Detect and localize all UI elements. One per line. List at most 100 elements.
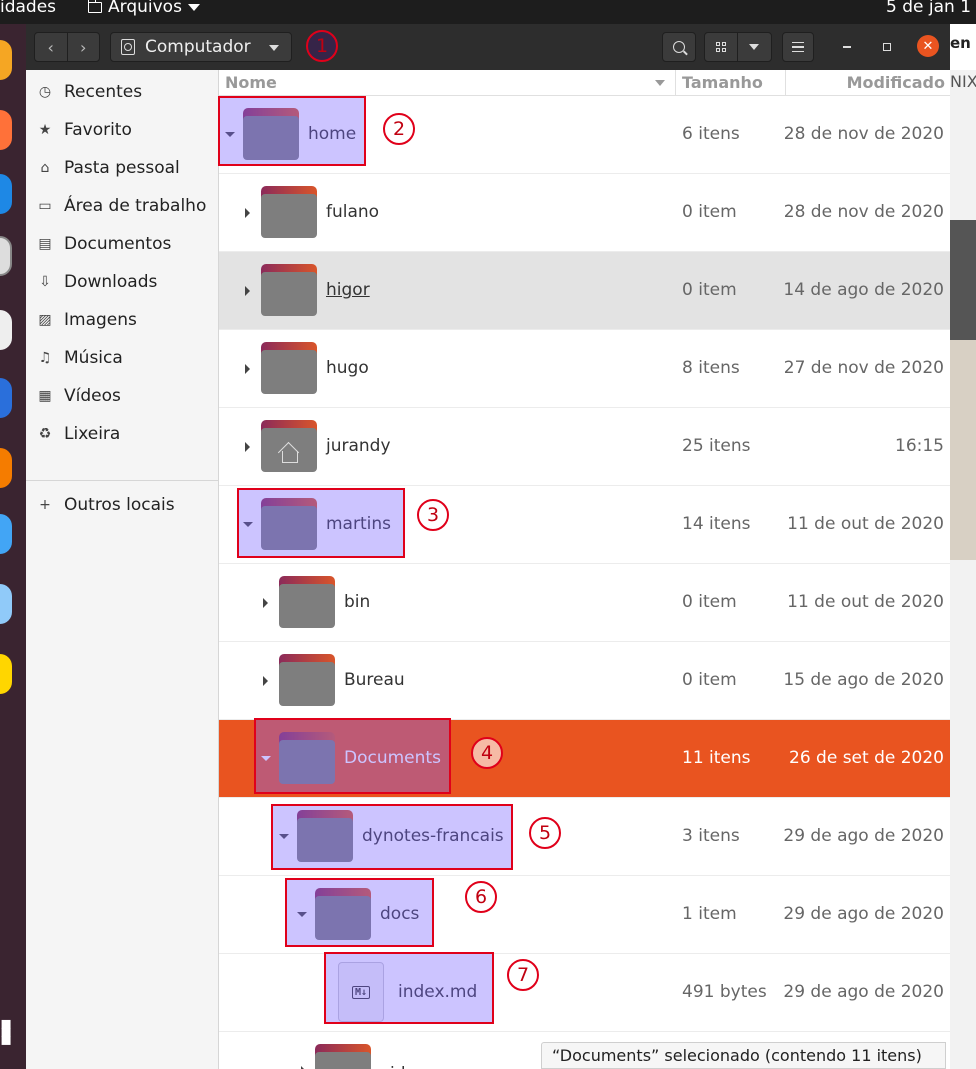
sidebar-item-label: Documentos [64,234,172,254]
table-row[interactable]: home 6 itens 28 de nov de 2020 [219,96,950,174]
file-name: docs [380,904,420,924]
folder-icon [261,186,317,240]
app-launcher-icon-2[interactable] [0,514,12,554]
sidebar-item-label: Imagens [64,310,137,330]
sidebar-item-favorito[interactable]: ★ Favorito [26,111,218,149]
file-size: 8 itens [682,358,740,378]
sidebar-item-documentos[interactable]: ▤ Documentos [26,225,218,263]
file-modified: 29 de ago de 2020 [783,904,944,924]
table-row[interactable]: higor 0 item 14 de ago de 2020 [219,252,950,330]
expander-icon[interactable] [263,676,268,686]
close-icon: ✕ [922,38,934,54]
software-launcher-icon[interactable] [0,448,12,488]
sidebar-item-label: Pasta pessoal [64,158,180,178]
column-modified[interactable]: Modificado [847,73,945,92]
file-name: fulano [326,202,380,222]
expander-icon[interactable] [263,598,268,608]
sidebar-item-videos[interactable]: ▦ Vídeos [26,377,218,415]
file-modified: 15 de ago de 2020 [783,670,944,690]
file-name: hugo [326,358,369,378]
sidebar-item-downloads[interactable]: ⇩ Downloads [26,263,218,301]
back-button[interactable]: ‹ [35,38,67,57]
sidebar-item-imagens[interactable]: ▨ Imagens [26,301,218,339]
grid-view-button[interactable] [705,42,737,52]
column-size[interactable]: Tamanho [682,73,763,92]
table-row[interactable]: M↓ index.md 491 bytes 29 de ago de 2020 [219,954,950,1032]
image-icon: ▨ [38,312,52,328]
location-button[interactable]: Computador [110,32,292,62]
expander-icon[interactable] [225,132,235,137]
sidebar-item-area-de-trabalho[interactable]: ▭ Área de trabalho [26,187,218,225]
activities-button[interactable]: idades [0,0,56,17]
top-panel: idades Arquivos 5 de jan 1 [0,0,976,24]
search-icon [673,41,685,53]
background-window: en NIX [950,24,976,1069]
firefox-launcher-icon[interactable] [0,40,12,80]
clock[interactable]: 5 de jan 1 [886,0,976,17]
expander-icon[interactable] [243,522,253,527]
file-name: dynotes-francais [362,826,504,846]
column-name[interactable]: Nome [225,73,277,92]
sidebar-item-recentes[interactable]: ◷ Recentes [26,73,218,111]
table-row[interactable]: martins 14 itens 11 de out de 2020 [219,486,950,564]
forward-button[interactable]: › [68,38,100,57]
table-row[interactable]: docs 1 item 29 de ago de 2020 [219,876,950,954]
vscode-launcher-icon[interactable] [0,174,12,214]
expander-icon[interactable] [279,834,289,839]
navigation-buttons: ‹ › [34,32,100,62]
home-icon: ⌂ [40,160,50,176]
table-row[interactable]: fulano 0 item 28 de nov de 2020 [219,174,950,252]
table-row[interactable]: hugo 8 itens 27 de nov de 2020 [219,330,950,408]
file-name: Documents [344,748,441,768]
expander-icon[interactable] [245,208,250,218]
maximize-button[interactable] [877,37,897,57]
file-name: home [308,124,357,144]
table-row[interactable]: bin 0 item 11 de out de 2020 [219,564,950,642]
sidebar-item-label: Favorito [64,120,132,140]
file-size: 0 item [682,202,737,222]
star-icon: ★ [38,122,52,138]
table-row[interactable]: dynotes-francais 3 itens 29 de ago de 20… [219,798,950,876]
download-icon: ⇩ [39,274,51,290]
view-options-button[interactable] [738,44,772,50]
file-name: video [380,1064,426,1069]
table-row-selected[interactable]: Documents 11 itens 26 de set de 2020 [219,720,950,798]
file-modified: 14 de ago de 2020 [783,280,944,300]
table-row[interactable]: Bureau 0 item 15 de ago de 2020 [219,642,950,720]
table-row[interactable]: jurandy 25 itens 16:15 [219,408,950,486]
file-modified: 27 de nov de 2020 [783,358,944,378]
file-size: 0 item [682,592,737,612]
expander-icon[interactable] [297,912,307,917]
background-image [950,220,976,340]
expander-icon[interactable] [261,756,271,761]
expander-icon[interactable] [245,286,250,296]
background-text: NIX [950,72,976,91]
sidebar-item-musica[interactable]: ♫ Música [26,339,218,377]
browser-launcher-icon[interactable] [0,110,12,150]
file-size: 14 itens [682,514,751,534]
folder-icon [279,732,335,786]
file-size: 11 itens [682,748,751,768]
writer-launcher-icon[interactable] [0,378,12,418]
app-launcher-icon[interactable] [0,310,12,350]
close-button[interactable]: ✕ [917,35,939,57]
file-size: 1 item [682,904,737,924]
sidebar-item-pasta-pessoal[interactable]: ⌂ Pasta pessoal [26,149,218,187]
app-launcher-icon-4[interactable] [0,654,12,694]
sidebar-item-outros-locais[interactable]: + Outros locais [26,486,218,524]
menu-button[interactable] [782,32,814,62]
app-menu[interactable]: Arquivos [87,0,200,17]
file-name: bin [344,592,371,612]
file-size: 0 item [682,280,737,300]
show-apps-icon[interactable]: ▪ ▪ ▪ [0,1015,12,1049]
sidebar-item-label: Música [64,348,123,368]
search-button[interactable] [662,32,696,62]
expander-icon[interactable] [245,442,250,452]
expander-icon[interactable] [245,364,250,374]
sidebar-item-lixeira[interactable]: ♻ Lixeira [26,415,218,453]
file-size: 3 itens [682,826,740,846]
app-launcher-icon-3[interactable] [0,584,12,624]
minimize-button[interactable] [837,37,857,57]
sidebar-item-label: Lixeira [64,424,121,444]
files-launcher-icon[interactable] [0,236,12,276]
